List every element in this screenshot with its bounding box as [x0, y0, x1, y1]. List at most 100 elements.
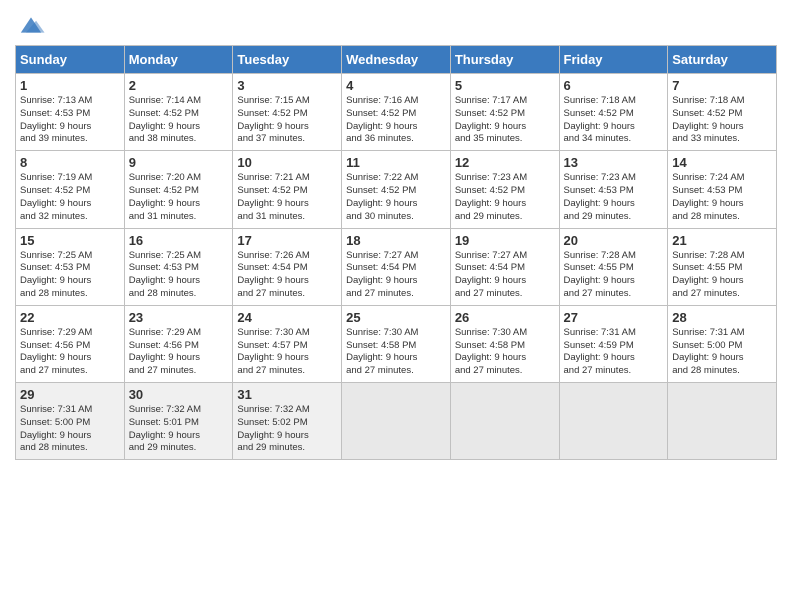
day-info: Sunrise: 7:15 AM Sunset: 4:52 PM Dayligh… — [237, 95, 337, 146]
day-number: 18 — [346, 233, 446, 248]
calendar-week-row: 1 Sunrise: 7:13 AM Sunset: 4:53 PM Daylig… — [16, 74, 777, 151]
day-info: Sunrise: 7:28 AM Sunset: 4:55 PM Dayligh… — [564, 250, 664, 301]
calendar-cell: 13 Sunrise: 7:23 AM Sunset: 4:53 PM Dayli… — [559, 151, 668, 228]
calendar-cell: 17 Sunrise: 7:26 AM Sunset: 4:54 PM Dayli… — [233, 228, 342, 305]
day-number: 3 — [237, 78, 337, 93]
day-number: 9 — [129, 155, 229, 170]
calendar-cell: 20 Sunrise: 7:28 AM Sunset: 4:55 PM Dayli… — [559, 228, 668, 305]
page-header — [15, 10, 777, 41]
day-info: Sunrise: 7:32 AM Sunset: 5:01 PM Dayligh… — [129, 404, 229, 455]
day-number: 26 — [455, 310, 555, 325]
calendar-cell: 4 Sunrise: 7:16 AM Sunset: 4:52 PM Daylig… — [342, 74, 451, 151]
calendar-cell: 29 Sunrise: 7:31 AM Sunset: 5:00 PM Dayli… — [16, 383, 125, 460]
calendar-cell: 12 Sunrise: 7:23 AM Sunset: 4:52 PM Dayli… — [450, 151, 559, 228]
day-number: 12 — [455, 155, 555, 170]
calendar-cell: 18 Sunrise: 7:27 AM Sunset: 4:54 PM Dayli… — [342, 228, 451, 305]
calendar-cell: 5Sunrise: 7:17 AM Sunset: 4:52 PM Daylig… — [450, 74, 559, 151]
logo — [15, 14, 45, 41]
day-of-week-header: Wednesday — [342, 46, 451, 74]
day-number: 22 — [20, 310, 120, 325]
day-number: 20 — [564, 233, 664, 248]
day-info: Sunrise: 7:13 AM Sunset: 4:53 PM Dayligh… — [20, 95, 120, 146]
calendar-cell: 2Sunrise: 7:14 AM Sunset: 4:52 PM Daylig… — [124, 74, 233, 151]
day-number: 10 — [237, 155, 337, 170]
day-of-week-header: Thursday — [450, 46, 559, 74]
day-number: 11 — [346, 155, 446, 170]
day-number: 28 — [672, 310, 772, 325]
day-info: Sunrise: 7:24 AM Sunset: 4:53 PM Dayligh… — [672, 172, 772, 223]
day-number: 31 — [237, 387, 337, 402]
calendar-cell: 1 Sunrise: 7:13 AM Sunset: 4:53 PM Daylig… — [16, 74, 125, 151]
day-number: 24 — [237, 310, 337, 325]
calendar-cell: 11 Sunrise: 7:22 AM Sunset: 4:52 PM Dayli… — [342, 151, 451, 228]
day-number: 30 — [129, 387, 229, 402]
calendar-week-row: 29 Sunrise: 7:31 AM Sunset: 5:00 PM Dayli… — [16, 383, 777, 460]
day-info: Sunrise: 7:27 AM Sunset: 4:54 PM Dayligh… — [346, 250, 446, 301]
calendar-table: SundayMondayTuesdayWednesdayThursdayFrid… — [15, 45, 777, 460]
calendar-week-row: 15 Sunrise: 7:25 AM Sunset: 4:53 PM Dayli… — [16, 228, 777, 305]
calendar-cell: 8 Sunrise: 7:19 AM Sunset: 4:52 PM Daylig… — [16, 151, 125, 228]
day-info: Sunrise: 7:18 AM Sunset: 4:52 PM Dayligh… — [672, 95, 772, 146]
day-number: 4 — [346, 78, 446, 93]
day-of-week-header: Monday — [124, 46, 233, 74]
calendar-cell: 31 Sunrise: 7:32 AM Sunset: 5:02 PM Dayli… — [233, 383, 342, 460]
calendar-cell: 21 Sunrise: 7:28 AM Sunset: 4:55 PM Dayli… — [668, 228, 777, 305]
day-info: Sunrise: 7:18 AM Sunset: 4:52 PM Dayligh… — [564, 95, 664, 146]
day-number: 15 — [20, 233, 120, 248]
day-number: 25 — [346, 310, 446, 325]
calendar-week-row: 8 Sunrise: 7:19 AM Sunset: 4:52 PM Daylig… — [16, 151, 777, 228]
calendar-cell — [450, 383, 559, 460]
day-of-week-header: Friday — [559, 46, 668, 74]
calendar-cell: 25Sunrise: 7:30 AM Sunset: 4:58 PM Dayli… — [342, 305, 451, 382]
day-info: Sunrise: 7:23 AM Sunset: 4:53 PM Dayligh… — [564, 172, 664, 223]
day-number: 13 — [564, 155, 664, 170]
day-info: Sunrise: 7:23 AM Sunset: 4:52 PM Dayligh… — [455, 172, 555, 223]
calendar-cell: 3 Sunrise: 7:15 AM Sunset: 4:52 PM Daylig… — [233, 74, 342, 151]
day-info: Sunrise: 7:30 AM Sunset: 4:57 PM Dayligh… — [237, 327, 337, 378]
day-number: 19 — [455, 233, 555, 248]
calendar-cell: 26 Sunrise: 7:30 AM Sunset: 4:58 PM Dayli… — [450, 305, 559, 382]
day-info: Sunrise: 7:29 AM Sunset: 4:56 PM Dayligh… — [20, 327, 120, 378]
day-info: Sunrise: 7:29 AM Sunset: 4:56 PM Dayligh… — [129, 327, 229, 378]
calendar-cell: 9Sunrise: 7:20 AM Sunset: 4:52 PM Daylig… — [124, 151, 233, 228]
calendar-cell: 28Sunrise: 7:31 AM Sunset: 5:00 PM Dayli… — [668, 305, 777, 382]
calendar-cell: 7 Sunrise: 7:18 AM Sunset: 4:52 PM Daylig… — [668, 74, 777, 151]
day-info: Sunrise: 7:19 AM Sunset: 4:52 PM Dayligh… — [20, 172, 120, 223]
day-info: Sunrise: 7:32 AM Sunset: 5:02 PM Dayligh… — [237, 404, 337, 455]
day-of-week-header: Saturday — [668, 46, 777, 74]
day-info: Sunrise: 7:14 AM Sunset: 4:52 PM Dayligh… — [129, 95, 229, 146]
day-number: 17 — [237, 233, 337, 248]
calendar-cell: 22 Sunrise: 7:29 AM Sunset: 4:56 PM Dayli… — [16, 305, 125, 382]
calendar-cell — [668, 383, 777, 460]
day-number: 27 — [564, 310, 664, 325]
day-info: Sunrise: 7:27 AM Sunset: 4:54 PM Dayligh… — [455, 250, 555, 301]
calendar-cell: 6 Sunrise: 7:18 AM Sunset: 4:52 PM Daylig… — [559, 74, 668, 151]
day-number: 21 — [672, 233, 772, 248]
calendar-cell: 14 Sunrise: 7:24 AM Sunset: 4:53 PM Dayli… — [668, 151, 777, 228]
day-number: 1 — [20, 78, 120, 93]
calendar-cell: 15Sunrise: 7:25 AM Sunset: 4:53 PM Dayli… — [16, 228, 125, 305]
day-info: Sunrise: 7:30 AM Sunset: 4:58 PM Dayligh… — [455, 327, 555, 378]
day-number: 29 — [20, 387, 120, 402]
day-info: Sunrise: 7:31 AM Sunset: 4:59 PM Dayligh… — [564, 327, 664, 378]
day-info: Sunrise: 7:22 AM Sunset: 4:52 PM Dayligh… — [346, 172, 446, 223]
day-number: 14 — [672, 155, 772, 170]
calendar-cell — [559, 383, 668, 460]
day-number: 8 — [20, 155, 120, 170]
day-of-week-header: Tuesday — [233, 46, 342, 74]
day-number: 16 — [129, 233, 229, 248]
day-number: 6 — [564, 78, 664, 93]
day-info: Sunrise: 7:25 AM Sunset: 4:53 PM Dayligh… — [129, 250, 229, 301]
day-info: Sunrise: 7:31 AM Sunset: 5:00 PM Dayligh… — [20, 404, 120, 455]
day-info: Sunrise: 7:21 AM Sunset: 4:52 PM Dayligh… — [237, 172, 337, 223]
logo-icon — [17, 14, 45, 36]
day-number: 5 — [455, 78, 555, 93]
calendar-cell: 24 Sunrise: 7:30 AM Sunset: 4:57 PM Dayli… — [233, 305, 342, 382]
day-info: Sunrise: 7:26 AM Sunset: 4:54 PM Dayligh… — [237, 250, 337, 301]
calendar-cell: 23Sunrise: 7:29 AM Sunset: 4:56 PM Dayli… — [124, 305, 233, 382]
calendar-week-row: 22 Sunrise: 7:29 AM Sunset: 4:56 PM Dayli… — [16, 305, 777, 382]
day-number: 7 — [672, 78, 772, 93]
day-info: Sunrise: 7:16 AM Sunset: 4:52 PM Dayligh… — [346, 95, 446, 146]
calendar-cell: 16 Sunrise: 7:25 AM Sunset: 4:53 PM Dayli… — [124, 228, 233, 305]
day-info: Sunrise: 7:28 AM Sunset: 4:55 PM Dayligh… — [672, 250, 772, 301]
